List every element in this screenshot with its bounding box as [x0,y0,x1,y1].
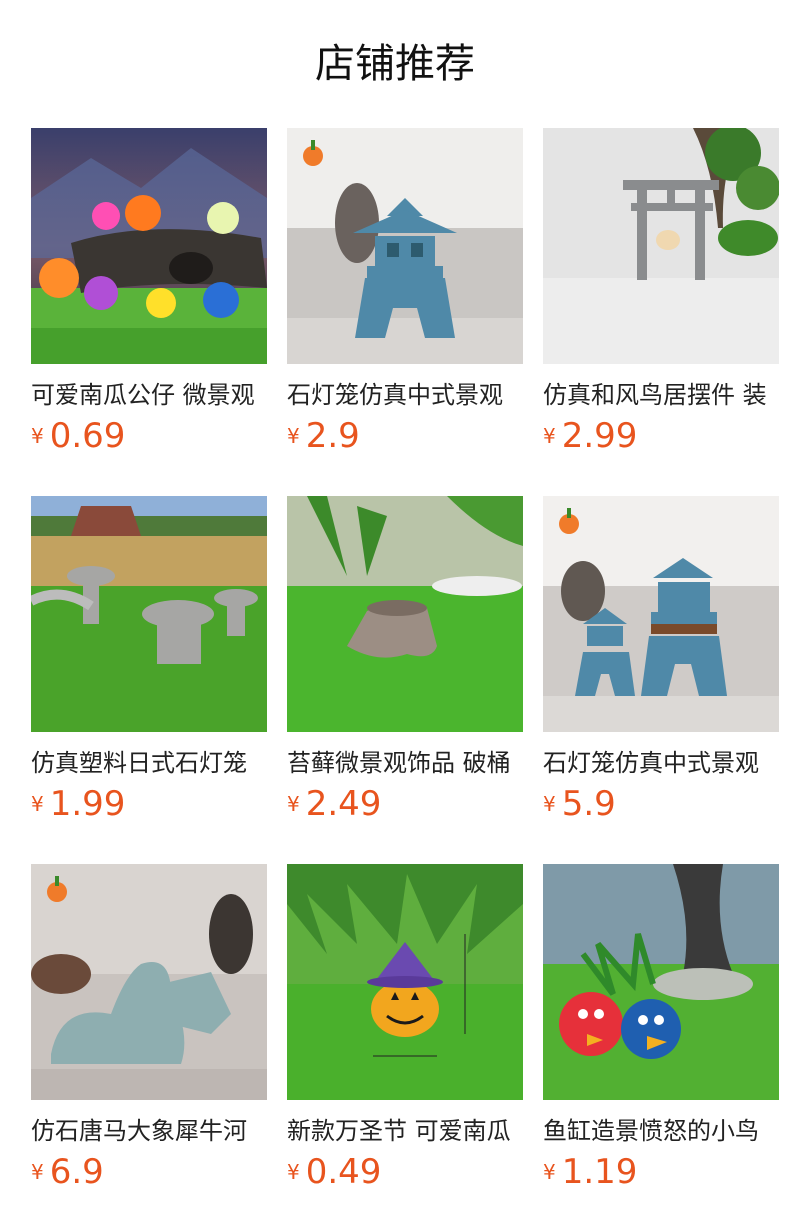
currency-symbol: ¥ [287,1160,300,1184]
price-amount: 6.9 [49,1152,104,1192]
product-image[interactable] [287,864,523,1100]
currency-symbol: ¥ [543,792,556,816]
product-name[interactable]: 石灯笼仿真中式景观 [287,380,523,410]
shop-recommendation-page: 店铺推荐 可爱南瓜公仔 微景观 ¥ 0.69 石灯笼仿真中式景观 ¥ 2.9 仿… [0,0,790,1232]
cute-pumpkin-figurines-image [31,128,267,364]
currency-symbol: ¥ [543,424,556,448]
product-price: ¥0.49 [287,1152,523,1192]
product-price: ¥2.99 [543,416,779,456]
currency-symbol: ¥ [31,792,44,816]
product-name[interactable]: 仿真和风鸟居摆件 装 [543,380,779,410]
product-image[interactable] [31,128,267,364]
product-image[interactable] [287,128,523,364]
product-price: ¥6.9 [31,1152,267,1192]
product-card[interactable]: 可爱南瓜公仔 微景观 ¥0.69 [31,128,267,468]
page-title: 店铺推荐 [315,41,475,87]
currency-symbol: ¥ [31,424,44,448]
product-card[interactable]: 仿真塑料日式石灯笼 ¥1.99 [31,496,267,836]
stone-lantern-pair-image [543,496,779,732]
product-price: ¥2.49 [287,784,523,824]
currency-symbol: ¥ [287,424,300,448]
product-image[interactable] [543,128,779,364]
product-price: ¥1.99 [31,784,267,824]
product-name[interactable]: 仿真塑料日式石灯笼 [31,748,267,778]
product-name[interactable]: 可爱南瓜公仔 微景观 [31,380,267,410]
product-card[interactable]: 仿真和风鸟居摆件 装 ¥2.99 [543,128,779,468]
price-amount: 0.49 [305,1152,382,1192]
product-name[interactable]: 苔藓微景观饰品 破桶 [287,748,523,778]
price-amount: 1.99 [49,784,126,824]
product-card[interactable]: 仿石唐马大象犀牛河 ¥6.9 [31,864,267,1204]
price-amount: 1.19 [561,1152,638,1192]
product-image[interactable] [543,864,779,1100]
japanese-stone-lanterns-image [31,496,267,732]
product-price: ¥5.9 [543,784,779,824]
tree-stump-image [287,496,523,732]
product-image[interactable] [31,496,267,732]
product-price: ¥1.19 [543,1152,779,1192]
product-card[interactable]: 新款万圣节 可爱南瓜 ¥0.49 [287,864,523,1204]
halloween-pumpkin-image [287,864,523,1100]
product-image[interactable] [287,496,523,732]
price-amount: 2.99 [561,416,638,456]
stone-lantern-pagoda-image [287,128,523,364]
price-amount: 2.49 [305,784,382,824]
product-card[interactable]: 石灯笼仿真中式景观 ¥5.9 [543,496,779,836]
stone-horse-animals-image [31,864,267,1100]
product-card[interactable]: 石灯笼仿真中式景观 ¥2.9 [287,128,523,468]
currency-symbol: ¥ [543,1160,556,1184]
price-amount: 0.69 [49,416,126,456]
torii-gate-image [543,128,779,364]
product-card[interactable]: 苔藓微景观饰品 破桶 ¥2.49 [287,496,523,836]
product-name[interactable]: 仿石唐马大象犀牛河 [31,1116,267,1146]
currency-symbol: ¥ [287,792,300,816]
product-image[interactable] [31,864,267,1100]
currency-symbol: ¥ [31,1160,44,1184]
product-price: ¥2.9 [287,416,523,456]
product-name[interactable]: 石灯笼仿真中式景观 [543,748,779,778]
product-card[interactable]: 鱼缸造景愤怒的小鸟 ¥1.19 [543,864,779,1204]
angry-birds-image [543,864,779,1100]
product-name[interactable]: 鱼缸造景愤怒的小鸟 [543,1116,779,1146]
price-amount: 5.9 [561,784,616,824]
price-amount: 2.9 [305,416,360,456]
product-price: ¥0.69 [31,416,267,456]
product-name[interactable]: 新款万圣节 可爱南瓜 [287,1116,523,1146]
product-image[interactable] [543,496,779,732]
